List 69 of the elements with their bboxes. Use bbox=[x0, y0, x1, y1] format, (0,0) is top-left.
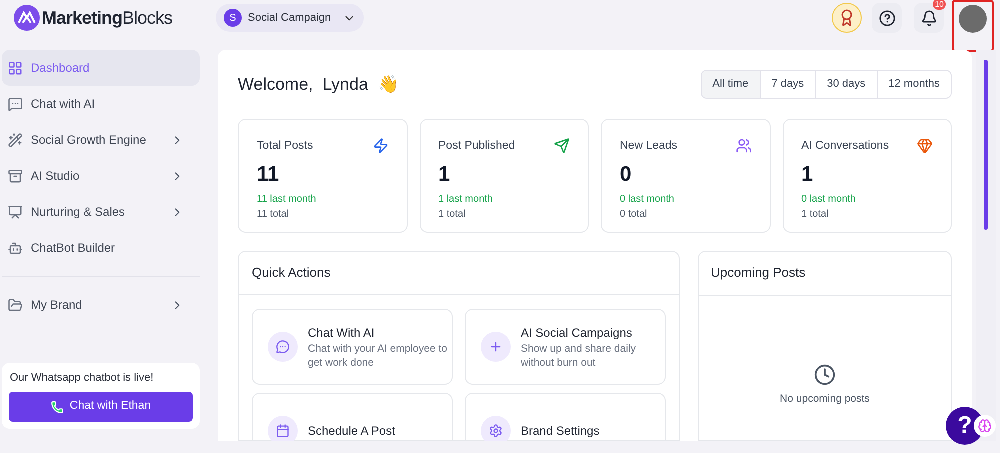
nav-icon bbox=[8, 132, 23, 148]
panel-title: Quick Actions bbox=[239, 252, 679, 294]
bell-icon bbox=[920, 10, 938, 26]
sidebar-item[interactable]: Nurturing & Sales bbox=[2, 194, 200, 230]
nav-icon bbox=[8, 60, 23, 76]
action-title: AI Social Campaigns bbox=[521, 324, 634, 342]
sidebar-item[interactable]: AI Studio bbox=[2, 158, 200, 194]
sidebar-item[interactable]: Chat with AI bbox=[2, 86, 200, 122]
action-title: Brand Settings bbox=[521, 422, 600, 440]
help-button[interactable] bbox=[872, 3, 902, 33]
action-icon bbox=[268, 332, 298, 362]
sidebar-item[interactable]: Dashboard bbox=[2, 50, 200, 86]
stat-title: Total Posts bbox=[257, 138, 314, 154]
clock-icon bbox=[814, 364, 836, 386]
quick-action-card[interactable]: Chat With AI Chat with your AI employee to get work done bbox=[252, 308, 453, 384]
stat-icon bbox=[554, 138, 570, 154]
stat-value: 11 bbox=[257, 162, 280, 188]
action-icon bbox=[481, 416, 511, 441]
stat-recent: 0 last month bbox=[802, 193, 857, 208]
stat-title: New Leads bbox=[620, 138, 678, 154]
filter-tab[interactable]: 12 months bbox=[876, 71, 951, 98]
notification-badge: 10 bbox=[933, 0, 946, 10]
panel-title: Upcoming Posts bbox=[699, 252, 951, 296]
nav-icon bbox=[8, 240, 23, 256]
stat-total: 11 total bbox=[257, 208, 290, 222]
welcome-title: Welcome, Lynda 👋 bbox=[238, 74, 399, 96]
logo-icon bbox=[14, 5, 40, 31]
stat-value: 0 bbox=[620, 162, 633, 188]
action-description: Chat with your AI employee to get work done bbox=[308, 342, 448, 370]
workspace-selector[interactable]: S Social Campaign bbox=[216, 4, 364, 32]
stat-total: 1 total bbox=[438, 208, 467, 222]
quick-action-card[interactable]: Schedule A Post bbox=[252, 392, 453, 441]
stat-recent: 1 last month bbox=[438, 193, 494, 208]
workspace-name: Social Campaign bbox=[248, 10, 332, 26]
nav-icon bbox=[8, 168, 23, 184]
stat-title: AI Conversations bbox=[802, 138, 890, 154]
filter-tab[interactable]: All time bbox=[702, 71, 760, 98]
quick-action-card[interactable]: AI Social Campaigns Show up and share daily without burn out bbox=[465, 308, 666, 384]
brand-name: MarketingBlocks bbox=[42, 6, 173, 30]
chat-button[interactable]: Chat with Ethan bbox=[9, 392, 193, 422]
promo-text: Our Whatsapp chatbot is live! bbox=[10, 370, 155, 386]
stat-value: 1 bbox=[438, 162, 452, 188]
action-description: Show up and share daily without burn out bbox=[521, 342, 637, 370]
nav-icon bbox=[8, 96, 23, 112]
stat-value: 1 bbox=[802, 162, 814, 188]
stat-title: Post Published bbox=[438, 138, 516, 154]
action-icon bbox=[481, 332, 511, 362]
action-title: Chat With AI bbox=[308, 324, 376, 342]
help-icon bbox=[878, 10, 896, 26]
nav-icon bbox=[8, 204, 23, 220]
stat-recent: 11 last month bbox=[257, 193, 318, 208]
empty-text: No upcoming posts bbox=[780, 392, 870, 406]
action-icon bbox=[268, 416, 298, 441]
user-avatar[interactable] bbox=[959, 5, 987, 33]
quick-action-card[interactable]: Brand Settings bbox=[465, 392, 666, 441]
stat-recent: 0 last month bbox=[620, 193, 676, 208]
award-button[interactable] bbox=[832, 3, 862, 33]
sidebar-item[interactable]: ChatBot Builder bbox=[2, 230, 200, 266]
sidebar-item[interactable]: Social Growth Engine bbox=[2, 122, 200, 158]
stat-icon bbox=[917, 138, 933, 154]
scrollbar-thumb[interactable] bbox=[984, 60, 988, 230]
stat-total: 0 total bbox=[620, 208, 648, 222]
stat-icon bbox=[372, 138, 388, 154]
sidebar-item[interactable]: My Brand bbox=[2, 287, 200, 323]
stat-icon bbox=[736, 138, 752, 154]
stat-total: 1 total bbox=[802, 208, 830, 222]
action-title: Schedule A Post bbox=[308, 422, 396, 440]
nav-icon bbox=[8, 298, 23, 312]
workspace-avatar: S bbox=[224, 9, 242, 27]
